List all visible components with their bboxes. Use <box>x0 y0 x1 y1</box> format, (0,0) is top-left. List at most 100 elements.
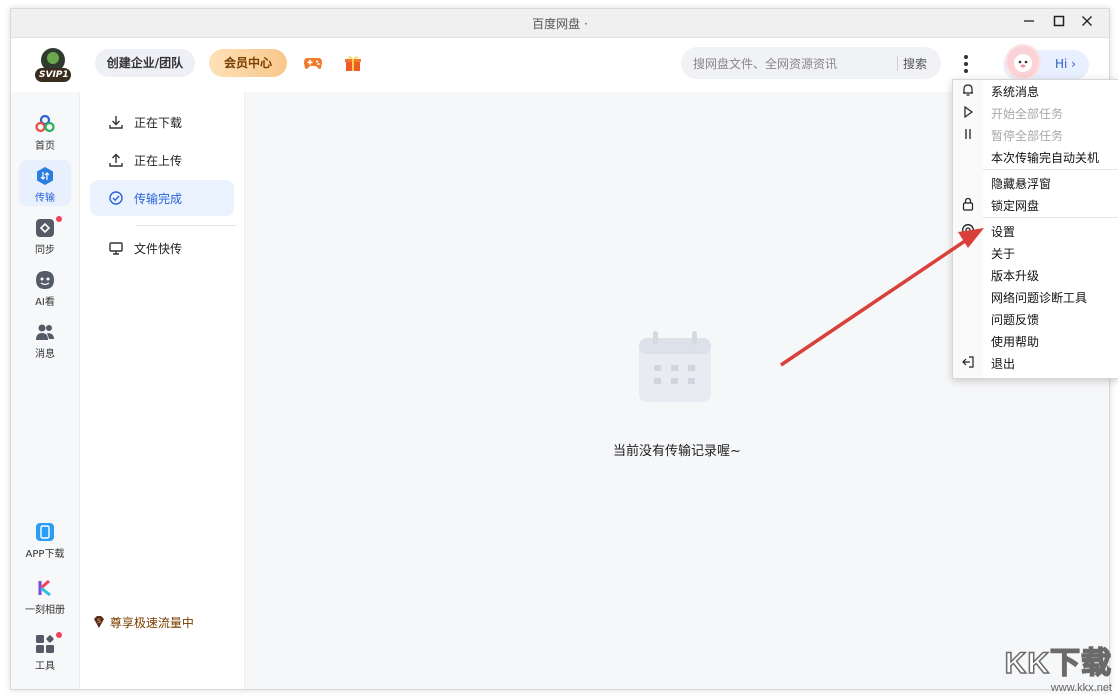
nav-item-album[interactable]: 一刻相册 <box>19 572 71 618</box>
gamepad-icon[interactable] <box>303 54 323 72</box>
nav-label-ai: AI看 <box>19 293 71 308</box>
app-window: 百度网盘 · SVIP1 创建企业/团队 会员中心 <box>10 8 1110 690</box>
bell-icon <box>961 83 975 97</box>
menu-label-exit: 退出 <box>991 355 1015 372</box>
menu-item-start-all[interactable]: 开始全部任务 <box>953 102 1118 124</box>
speed-traffic-label: 尊享极速流量中 <box>110 616 194 630</box>
home-icon <box>35 114 55 134</box>
nav-label-message: 消息 <box>19 345 71 360</box>
nav-item-app-download[interactable]: APP下载 <box>19 516 71 562</box>
avatar-icon <box>1005 44 1041 80</box>
menu-label-feedback: 问题反馈 <box>991 311 1039 328</box>
nav-item-home[interactable]: 首页 <box>19 108 71 154</box>
menu-item-help[interactable]: 使用帮助 <box>953 330 1118 352</box>
menu-item-about[interactable]: 关于 <box>953 242 1118 264</box>
subnav-item-uploading[interactable]: 正在上传 <box>90 142 234 178</box>
search-input[interactable] <box>691 53 895 75</box>
subnav-item-downloading[interactable]: 正在下载 <box>90 104 234 140</box>
transfer-subnav: 正在下载 正在上传 传输完成 文件快传 S <box>80 92 245 689</box>
minimize-button[interactable] <box>1019 13 1039 33</box>
create-team-button[interactable]: 创建企业/团队 <box>95 49 195 77</box>
pause-icon <box>961 127 975 141</box>
subnav-item-file-transfer[interactable]: 文件快传 <box>90 230 234 266</box>
menu-item-upgrade[interactable]: 版本升级 <box>953 264 1118 286</box>
hi-label: Hi › <box>1055 57 1076 71</box>
svip-diamond-icon: S <box>92 615 106 629</box>
menu-item-hide-float[interactable]: 隐藏悬浮窗 <box>953 172 1118 194</box>
maximize-button[interactable] <box>1049 13 1069 33</box>
nav-label-transfer: 传输 <box>19 189 71 204</box>
menu-label-start-all: 开始全部任务 <box>991 105 1063 122</box>
kebab-icon <box>956 55 976 73</box>
message-icon <box>35 322 55 342</box>
empty-state-text: 当前没有传输记录喔~ <box>245 440 1109 459</box>
menu-label-hide-float: 隐藏悬浮窗 <box>991 175 1051 192</box>
nav-item-ai[interactable]: AI看 <box>19 264 71 310</box>
menu-label-auto-shutdown: 本次传输完自动关机 <box>991 149 1099 166</box>
left-nav: 首页 传输 同步 AI看 <box>11 92 80 689</box>
close-icon <box>1081 15 1093 27</box>
menu-label-settings: 设置 <box>991 223 1015 240</box>
nav-label-sync: 同步 <box>19 241 71 256</box>
search-button[interactable]: 搜索 <box>903 55 927 72</box>
kkx-watermark: KK下载 www.kkx.net <box>1005 638 1112 694</box>
nav-item-tools[interactable]: 工具 <box>19 628 71 674</box>
nav-label-app-download: APP下载 <box>19 545 71 560</box>
menu-label-pause-all: 暂停全部任务 <box>991 127 1063 144</box>
menu-divider <box>983 169 1118 170</box>
speed-traffic-status[interactable]: S 尊享极速流量中 <box>92 614 194 631</box>
maximize-icon <box>1053 15 1065 27</box>
play-icon <box>961 105 975 119</box>
more-menu-button[interactable] <box>956 52 976 76</box>
title-bar[interactable]: 百度网盘 · <box>11 9 1109 38</box>
menu-item-feedback[interactable]: 问题反馈 <box>953 308 1118 330</box>
lock-icon <box>961 197 975 211</box>
watermark-url: www.kkx.net <box>1005 682 1112 694</box>
menu-label-upgrade: 版本升级 <box>991 267 1039 284</box>
menu-label-lock: 锁定网盘 <box>991 197 1039 214</box>
close-button[interactable] <box>1077 13 1097 33</box>
logout-icon <box>961 355 975 369</box>
menu-label-system-messages: 系统消息 <box>991 83 1039 100</box>
subnav-label-downloading: 正在下载 <box>134 114 182 131</box>
monitor-icon <box>108 240 124 256</box>
watermark-logo: KK下载 <box>1005 638 1112 682</box>
menu-item-exit[interactable]: 退出 <box>953 352 1118 374</box>
svip-logo[interactable]: SVIP1 <box>31 46 75 84</box>
header: SVIP1 创建企业/团队 会员中心 搜索 <box>11 38 1109 92</box>
subnav-label-completed: 传输完成 <box>134 190 182 207</box>
menu-item-system-messages[interactable]: 系统消息 <box>953 80 1118 102</box>
gift-icon[interactable] <box>343 54 363 72</box>
tools-icon <box>35 634 55 654</box>
nav-item-transfer[interactable]: 传输 <box>19 160 71 206</box>
transfer-icon <box>35 166 55 186</box>
vip-center-button[interactable]: 会员中心 <box>209 49 287 77</box>
menu-item-auto-shutdown[interactable]: 本次传输完自动关机 <box>953 146 1118 168</box>
avatar <box>1005 44 1041 80</box>
menu-label-help: 使用帮助 <box>991 333 1039 350</box>
sync-red-dot <box>56 216 62 222</box>
search-box: 搜索 <box>681 47 941 79</box>
menu-divider <box>983 217 1118 218</box>
menu-item-settings[interactable]: 设置 <box>953 220 1118 242</box>
subnav-divider <box>136 225 236 226</box>
user-hi-button[interactable]: Hi › <box>1003 50 1089 80</box>
menu-label-network-diagnosis: 网络问题诊断工具 <box>991 289 1087 306</box>
album-icon <box>35 578 55 598</box>
svg-text:S: S <box>97 618 101 625</box>
subnav-label-file-transfer: 文件快传 <box>134 240 182 257</box>
menu-item-lock[interactable]: 锁定网盘 <box>953 194 1118 216</box>
subnav-label-uploading: 正在上传 <box>134 152 182 169</box>
svip-label: SVIP1 <box>39 70 69 80</box>
check-circle-icon <box>108 190 124 206</box>
nav-label-tools: 工具 <box>19 657 71 672</box>
menu-item-network-diagnosis[interactable]: 网络问题诊断工具 <box>953 286 1118 308</box>
menu-item-pause-all[interactable]: 暂停全部任务 <box>953 124 1118 146</box>
phone-icon <box>35 522 55 542</box>
ai-icon <box>35 270 55 290</box>
nav-item-message[interactable]: 消息 <box>19 316 71 362</box>
search-divider <box>897 56 898 71</box>
minimize-icon <box>1023 15 1035 27</box>
nav-item-sync[interactable]: 同步 <box>19 212 71 258</box>
subnav-item-completed[interactable]: 传输完成 <box>90 180 234 216</box>
